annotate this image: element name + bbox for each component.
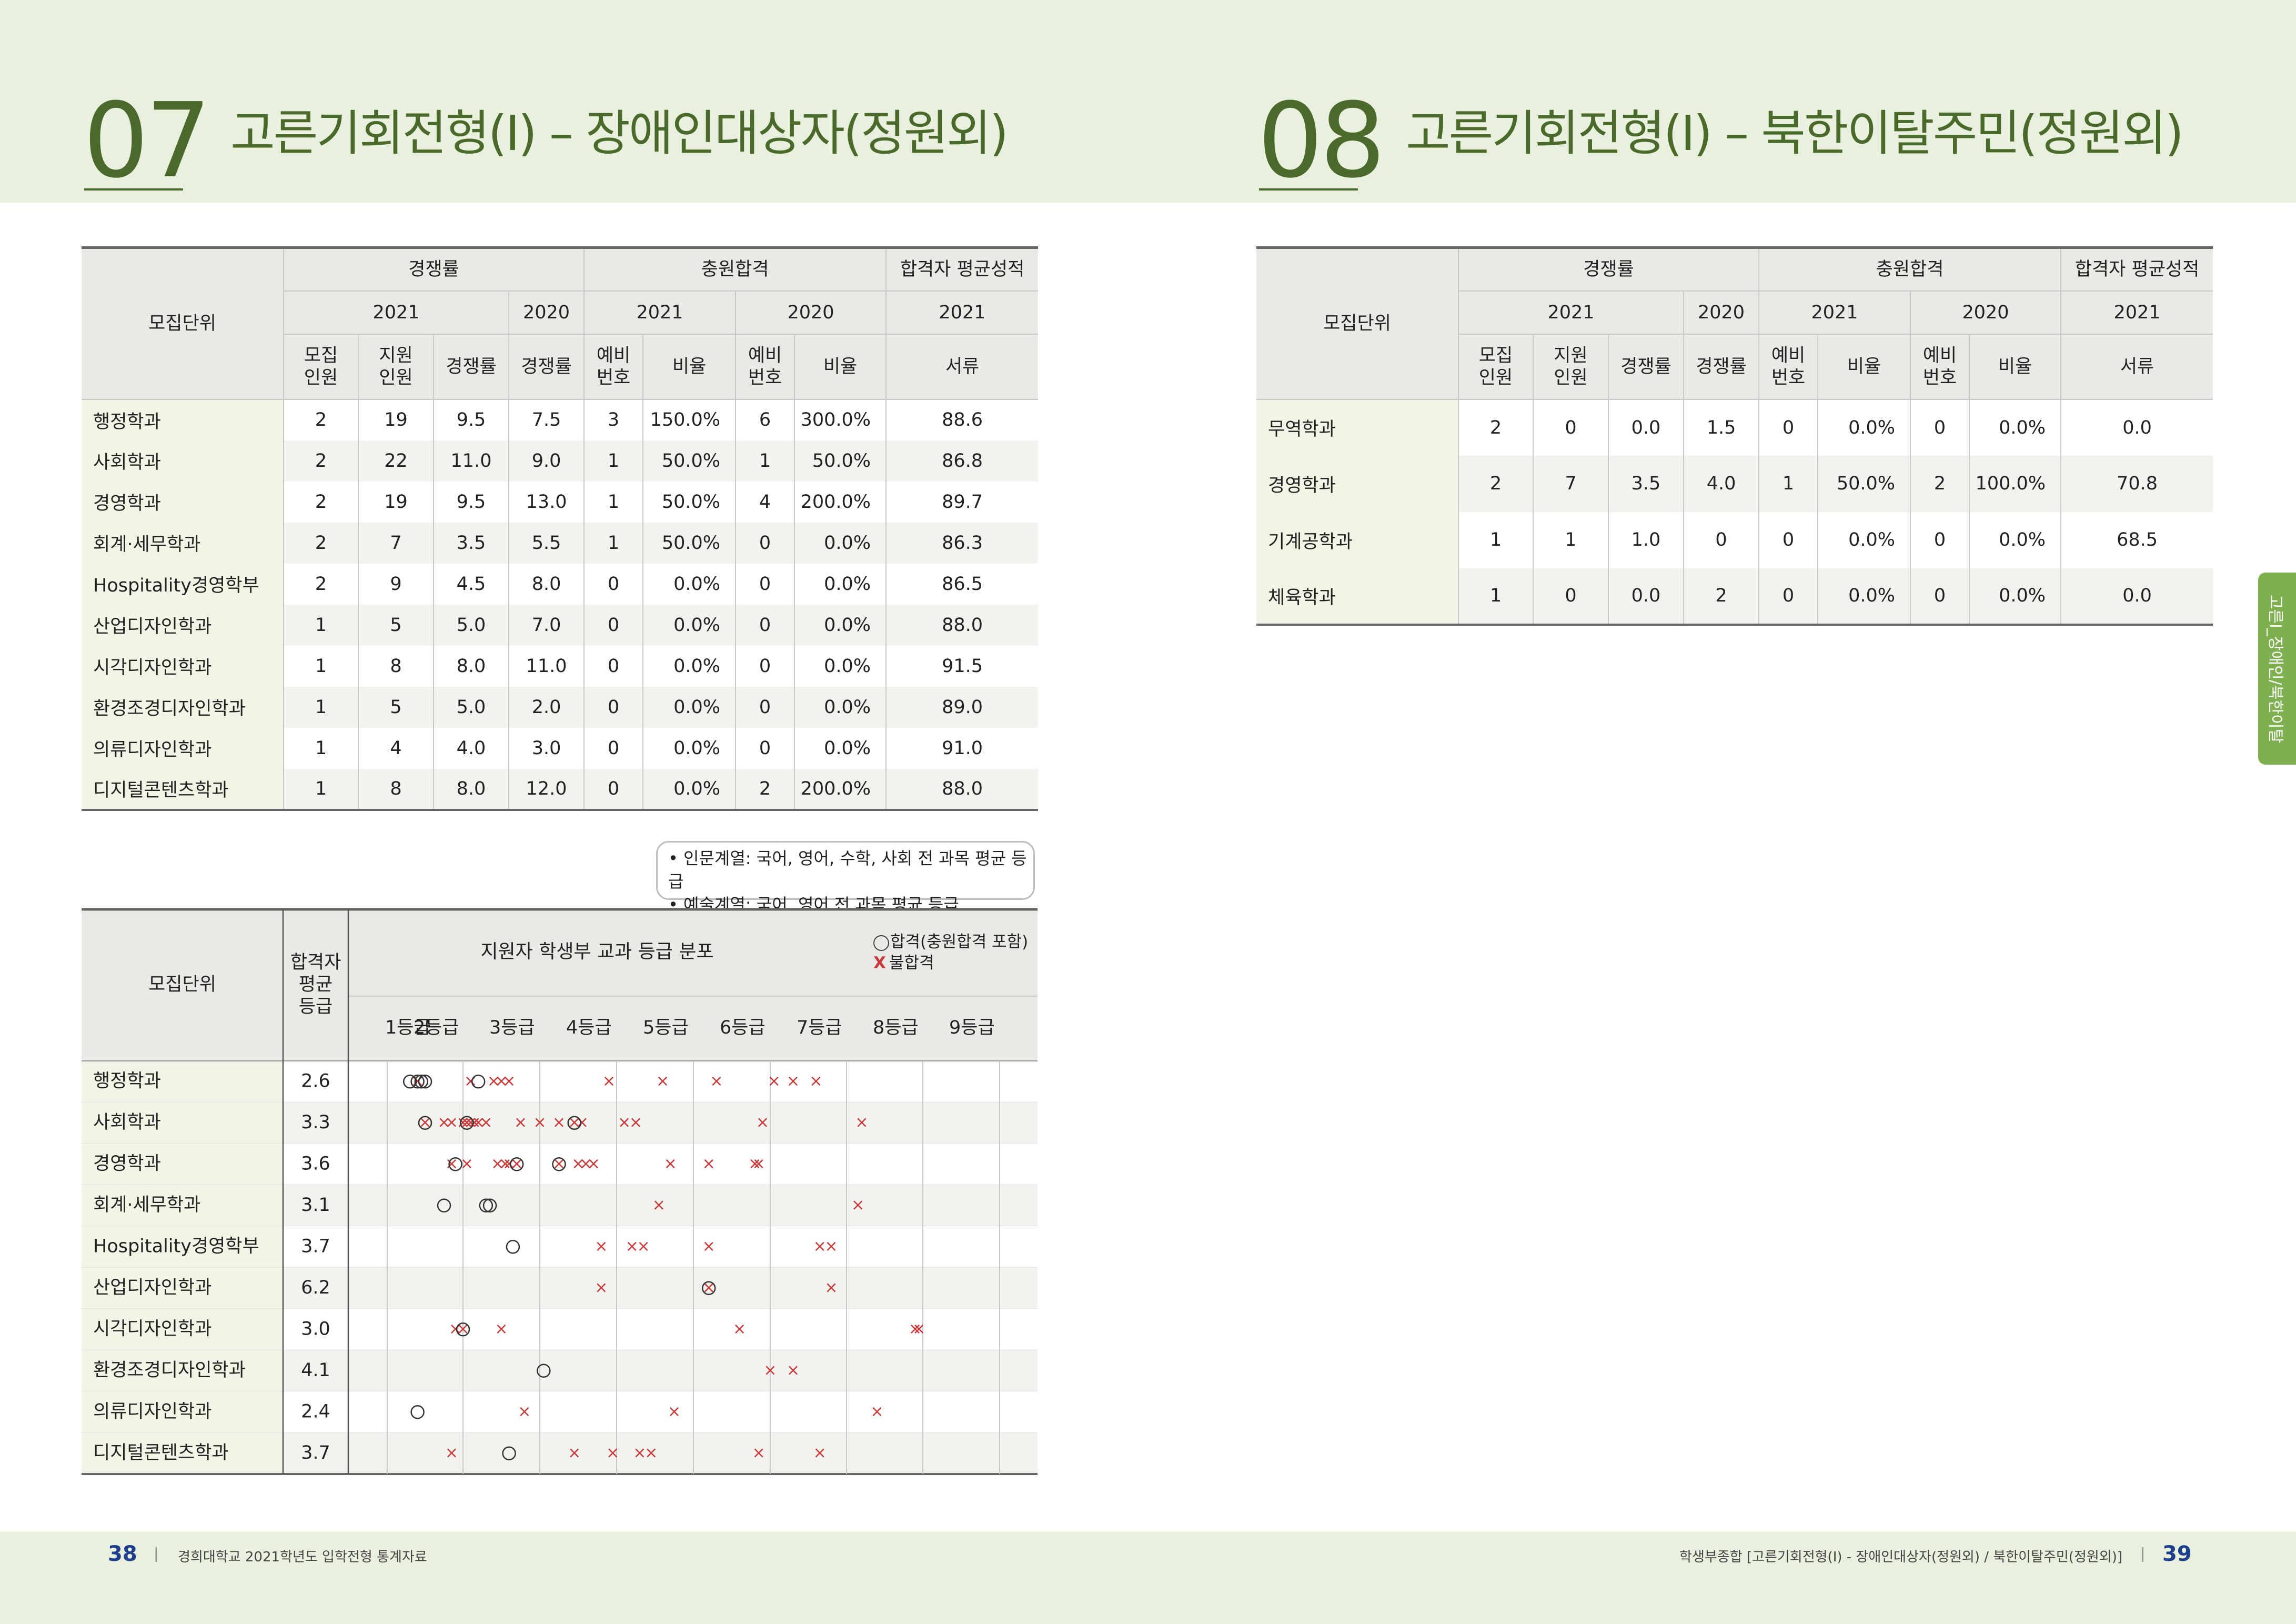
fail-mark: × bbox=[851, 1196, 864, 1214]
header-avg-grade: 합격자 bbox=[290, 952, 341, 973]
grade-tick-label: 7등급 bbox=[797, 1017, 842, 1038]
fail-mark: × bbox=[445, 1443, 458, 1462]
grade-tick-label: 3등급 bbox=[489, 1017, 535, 1038]
header-avg-grade: 평균 bbox=[299, 974, 333, 995]
grade-tick-label: 4등급 bbox=[566, 1017, 612, 1038]
fail-mark: × bbox=[768, 1072, 781, 1090]
fail-mark: × bbox=[668, 1402, 681, 1421]
fail-mark: × bbox=[912, 1320, 925, 1338]
fail-mark: × bbox=[763, 1361, 777, 1379]
avg-grade-value: 3.0 bbox=[301, 1318, 330, 1339]
header-avg-grade: 등급 bbox=[299, 996, 333, 1017]
fail-mark: × bbox=[664, 1155, 677, 1173]
page-number-left: 38 bbox=[108, 1542, 137, 1566]
fail-mark: × bbox=[602, 1072, 616, 1090]
legend-pass-label: 합격(충원합격 포함) bbox=[890, 933, 1029, 951]
footer-right-text: 학생부종합 [고른기회전형(Ⅰ) - 장애인대상자(정원외) / 북한이탈주민(… bbox=[1679, 1549, 2122, 1565]
avg-grade-value: 3.7 bbox=[301, 1236, 330, 1257]
fail-mark: × bbox=[702, 1155, 716, 1173]
fail-mark: × bbox=[533, 1113, 546, 1131]
fail-mark: × bbox=[855, 1113, 868, 1131]
unit-name: 디지털콘텐츠학과 bbox=[93, 1442, 229, 1463]
unit-name: 시각디자인학과 bbox=[93, 1318, 212, 1339]
avg-grade-value: 3.6 bbox=[301, 1153, 330, 1174]
avg-grade-value: 2.6 bbox=[301, 1070, 330, 1091]
fail-mark: × bbox=[702, 1237, 716, 1256]
fail-mark: × bbox=[870, 1402, 883, 1421]
fail-mark: × bbox=[568, 1443, 581, 1462]
fail-mark: × bbox=[656, 1072, 669, 1090]
chart-title: 지원자 학생부 교과 등급 분포 bbox=[480, 941, 713, 963]
fail-mark: × bbox=[502, 1072, 516, 1090]
fail-mark: × bbox=[652, 1196, 666, 1214]
fail-mark: × bbox=[552, 1113, 566, 1131]
fail-x-icon: X bbox=[873, 954, 886, 973]
footer bbox=[0, 1531, 2296, 1624]
unit-name: Hospitality경영학부 bbox=[93, 1236, 259, 1257]
page-number-right: 39 bbox=[2162, 1542, 2192, 1566]
footer-left-text: 경희대학교 2021학년도 입학전형 통계자료 bbox=[178, 1549, 427, 1565]
fail-mark: × bbox=[495, 1320, 508, 1338]
footer-separator: | bbox=[154, 1545, 159, 1562]
unit-name: 의류디자인학과 bbox=[93, 1401, 212, 1422]
fail-mark: × bbox=[809, 1072, 822, 1090]
grade-distribution-chart: 모집단위합격자평균등급지원자 학생부 교과 등급 분포1등급2등급 3등급 4등급 5… bbox=[82, 908, 1038, 1475]
chart-legend: 합격(충원합격 포함) X 불합격 bbox=[873, 931, 1028, 974]
fail-mark: × bbox=[787, 1361, 800, 1379]
grade-tick-label: 9등급 bbox=[949, 1017, 995, 1038]
avg-grade-value: 3.7 bbox=[301, 1442, 330, 1463]
fail-mark: × bbox=[514, 1113, 527, 1131]
avg-grade-value: 3.1 bbox=[301, 1195, 330, 1216]
fail-mark: × bbox=[733, 1320, 746, 1338]
fail-mark: × bbox=[629, 1113, 642, 1131]
chapter-side-tab[interactable]: 고른Ⅰ_장애인/북한이탈 bbox=[2258, 573, 2296, 765]
unit-name: 행정학과 bbox=[93, 1070, 161, 1091]
side-tab-label: 고른Ⅰ_장애인/북한이탈 bbox=[2266, 594, 2284, 743]
unit-name: 경영학과 bbox=[93, 1153, 161, 1174]
avg-grade-value: 2.4 bbox=[301, 1401, 330, 1422]
avg-grade-value: 6.2 bbox=[301, 1277, 330, 1298]
unit-name: 사회학과 bbox=[93, 1112, 161, 1133]
avg-grade-value: 3.3 bbox=[301, 1112, 330, 1133]
fail-mark: × bbox=[595, 1278, 608, 1297]
unit-name: 회계·세무학과 bbox=[93, 1195, 200, 1216]
fail-mark: × bbox=[595, 1237, 608, 1256]
fail-mark: × bbox=[518, 1402, 531, 1421]
fail-mark: × bbox=[752, 1155, 766, 1173]
pass-circle-icon bbox=[873, 935, 889, 951]
fail-mark: × bbox=[787, 1072, 800, 1090]
fail-mark: × bbox=[756, 1113, 769, 1131]
fail-mark: × bbox=[752, 1443, 766, 1462]
header-unit: 모집단위 bbox=[148, 974, 216, 995]
grade-tick-label: 2등급 bbox=[414, 1017, 459, 1038]
unit-name: 환경조경디자인학과 bbox=[93, 1360, 246, 1381]
fail-mark: × bbox=[813, 1443, 827, 1462]
unit-name: 산업디자인학과 bbox=[93, 1277, 212, 1298]
legend-fail-label: 불합격 bbox=[889, 954, 934, 973]
fail-mark: × bbox=[824, 1237, 838, 1256]
fail-mark: × bbox=[637, 1237, 650, 1256]
grade-tick-label: 8등급 bbox=[873, 1017, 919, 1038]
footer-separator: | bbox=[2140, 1545, 2146, 1562]
grade-tick-label: 5등급 bbox=[643, 1017, 689, 1038]
fail-mark: × bbox=[479, 1113, 492, 1131]
fail-mark: × bbox=[824, 1278, 838, 1297]
fail-mark: × bbox=[645, 1443, 658, 1462]
avg-grade-value: 4.1 bbox=[301, 1360, 330, 1381]
grade-tick-label: 6등급 bbox=[720, 1017, 766, 1038]
fail-mark: × bbox=[587, 1155, 600, 1173]
fail-mark: × bbox=[710, 1072, 723, 1090]
fail-mark: × bbox=[606, 1443, 619, 1462]
